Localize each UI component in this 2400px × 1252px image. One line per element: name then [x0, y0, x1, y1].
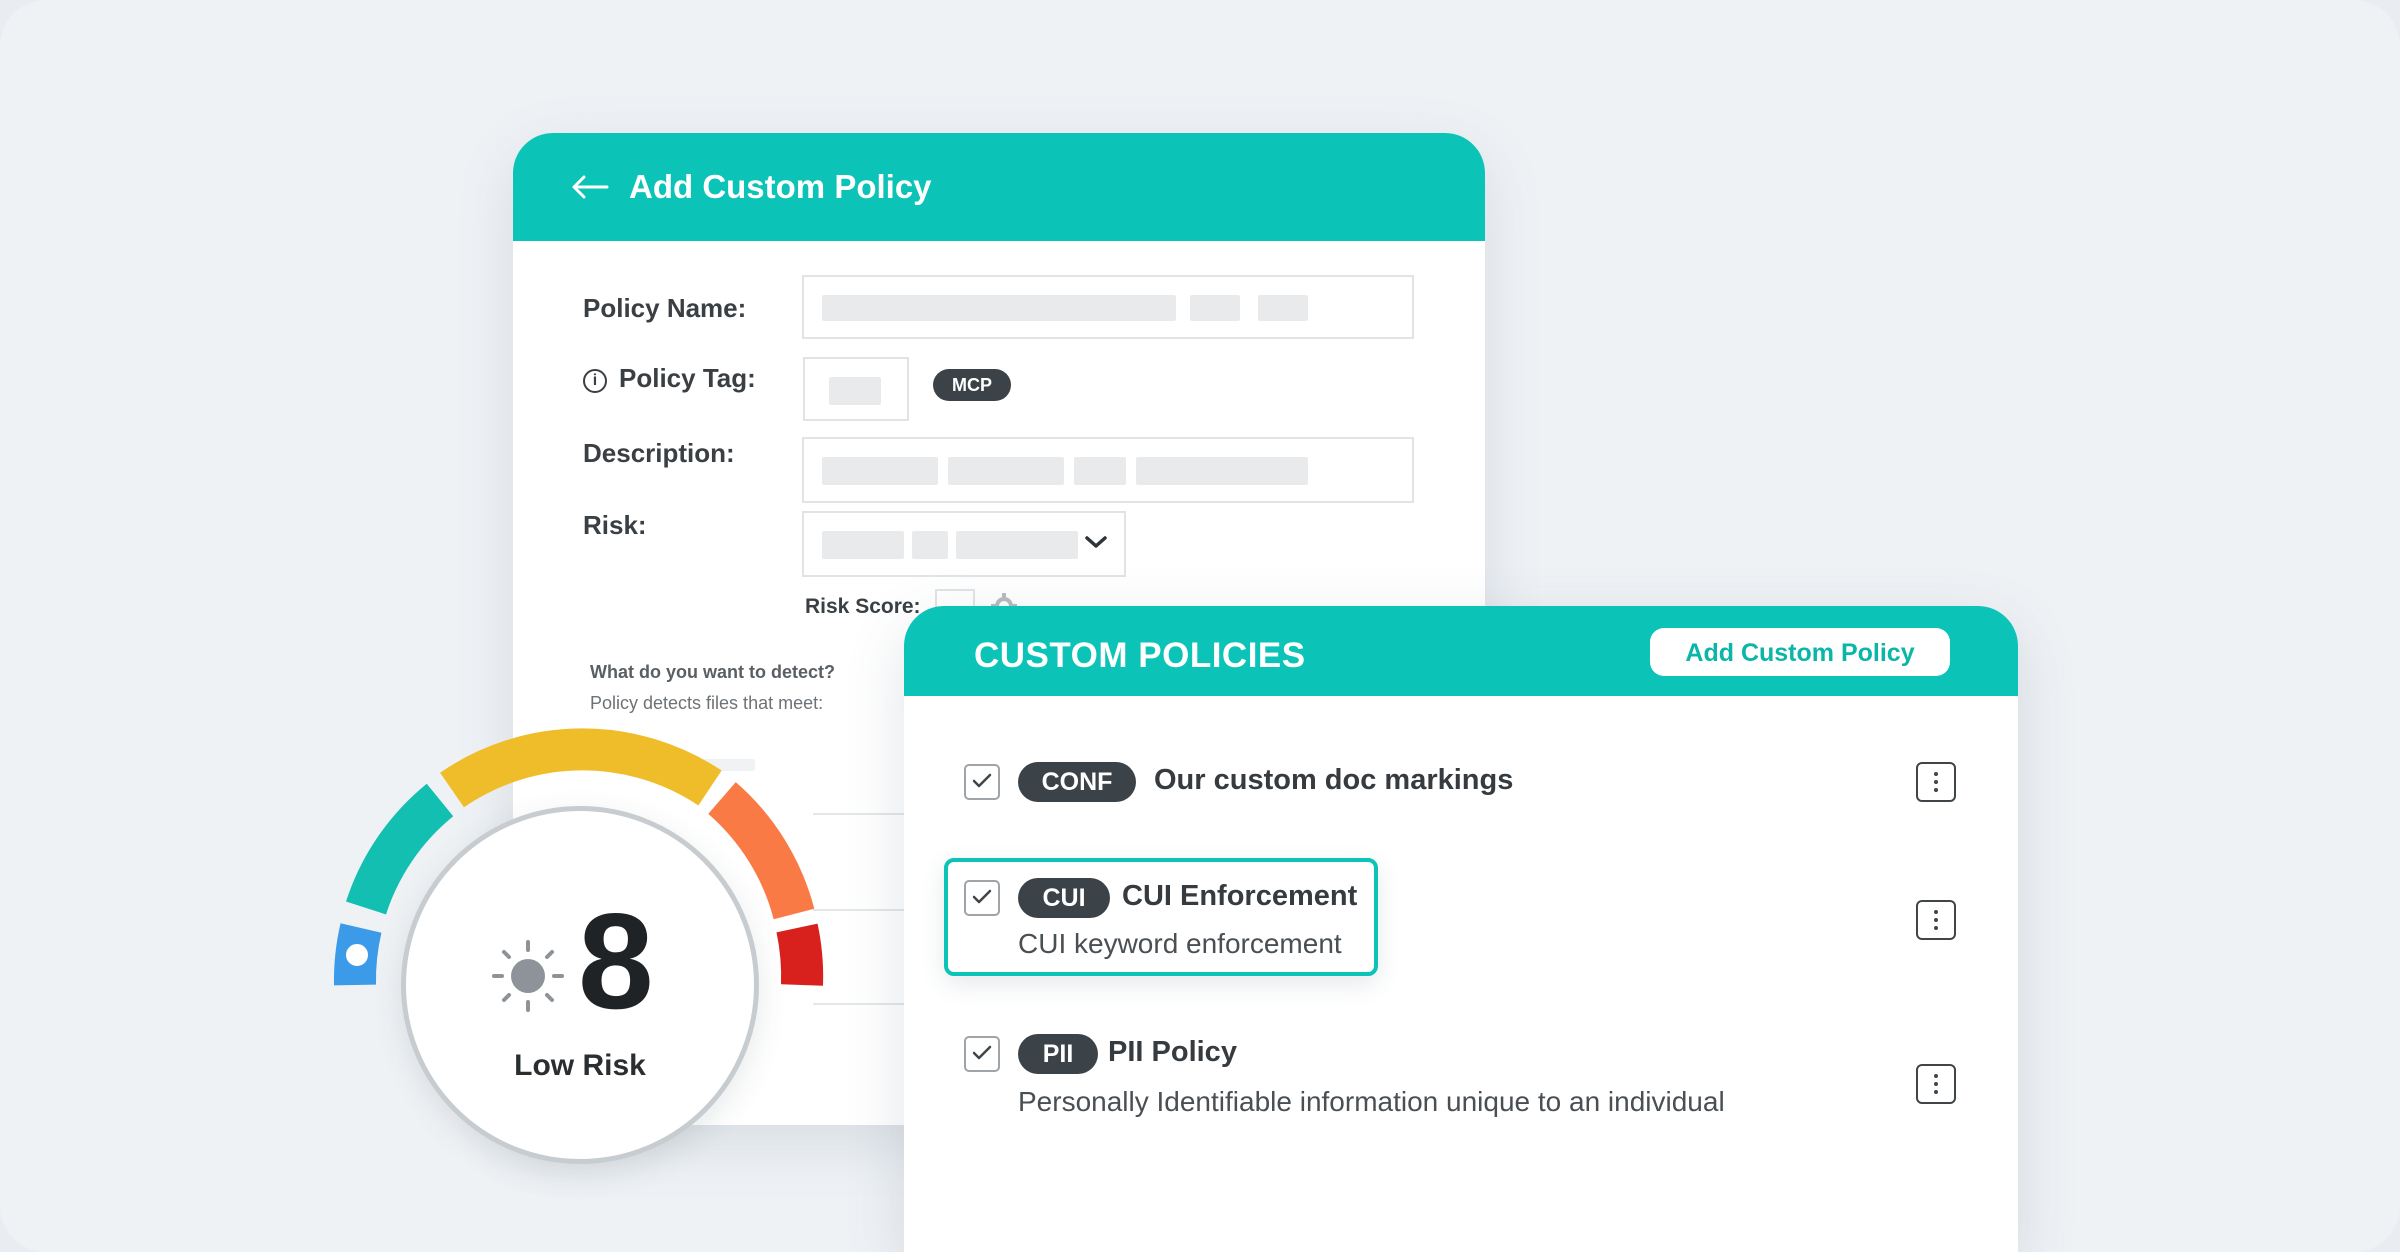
- risk-select[interactable]: [802, 511, 1126, 577]
- text-placeholder: [912, 531, 948, 559]
- chevron-down-icon[interactable]: [1084, 535, 1108, 549]
- policy-tag-badge[interactable]: MCP: [933, 369, 1011, 401]
- text-placeholder: [948, 457, 1064, 485]
- form-header: Add Custom Policy: [513, 133, 1485, 241]
- policy-checkbox[interactable]: [964, 880, 1000, 916]
- text-placeholder: [1074, 457, 1126, 485]
- checkmark-icon: [972, 773, 992, 788]
- policy-checkbox[interactable]: [964, 1036, 1000, 1072]
- policy-title[interactable]: CUI Enforcement: [1122, 880, 1357, 913]
- text-placeholder: [822, 457, 938, 485]
- policies-header: CUSTOM POLICIES Add Custom Policy: [904, 606, 2018, 696]
- policy-tag-input[interactable]: [803, 357, 909, 421]
- policy-title[interactable]: PII Policy: [1108, 1036, 1237, 1069]
- policy-name-label: Policy Name:: [583, 293, 747, 323]
- policy-tag: PII: [1018, 1034, 1098, 1074]
- text-placeholder: [822, 295, 1176, 321]
- detect-question: What do you want to detect?: [590, 662, 835, 682]
- more-options-icon[interactable]: [1916, 1064, 1956, 1104]
- gauge-handle[interactable]: [342, 940, 372, 970]
- gauge-segment-red: [776, 923, 824, 986]
- policy-description: Personally Identifiable information uniq…: [1018, 1086, 1725, 1117]
- canvas: Add Custom Policy Policy Name: i Policy T…: [0, 0, 2400, 1252]
- text-placeholder: [829, 377, 881, 405]
- text-placeholder: [1258, 295, 1308, 321]
- more-options-icon[interactable]: [1916, 900, 1956, 940]
- policy-name-input[interactable]: [802, 275, 1414, 339]
- checkmark-icon: [972, 889, 992, 904]
- policy-tag-label-text: Policy Tag:: [619, 363, 756, 393]
- description-input[interactable]: [802, 437, 1414, 503]
- policy-checkbox[interactable]: [964, 764, 1000, 800]
- add-custom-policy-button[interactable]: Add Custom Policy: [1650, 628, 1950, 676]
- risk-level-label: Low Risk: [514, 1049, 646, 1082]
- policy-tag: CONF: [1018, 762, 1136, 802]
- policy-title[interactable]: Our custom doc markings: [1154, 764, 1513, 797]
- back-arrow-icon[interactable]: [571, 175, 609, 199]
- risk-label: Risk:: [583, 510, 647, 540]
- checkmark-icon: [972, 1045, 992, 1060]
- text-placeholder: [1190, 295, 1240, 321]
- risk-score-value: 8: [578, 885, 654, 1037]
- risk-score-label: Risk Score:: [805, 595, 921, 618]
- policy-description: CUI keyword enforcement: [1018, 928, 1342, 959]
- policy-tag-label: i Policy Tag:: [583, 363, 756, 394]
- gauge-segment-yellow: [440, 728, 722, 808]
- sun-icon: [492, 940, 564, 1012]
- policy-tag: CUI: [1018, 878, 1110, 918]
- text-placeholder: [956, 531, 1078, 559]
- policies-title: CUSTOM POLICIES: [974, 636, 1306, 675]
- more-options-icon[interactable]: [1916, 762, 1956, 802]
- text-placeholder: [822, 531, 904, 559]
- form-title: Add Custom Policy: [629, 168, 932, 205]
- custom-policies-card: CUSTOM POLICIES Add Custom Policy CONF O…: [904, 606, 2018, 1252]
- description-label: Description:: [583, 438, 735, 468]
- text-placeholder: [1136, 457, 1308, 485]
- risk-score-circle: 8 Low Risk: [401, 806, 759, 1164]
- info-icon[interactable]: i: [583, 369, 607, 393]
